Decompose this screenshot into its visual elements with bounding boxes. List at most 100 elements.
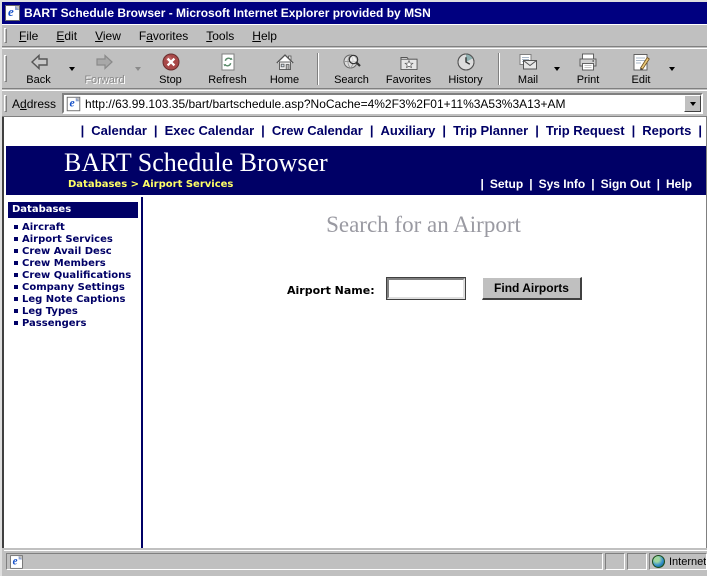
search-button[interactable]: Search xyxy=(323,50,380,88)
sidebar-item-airport-services[interactable]: Airport Services xyxy=(8,233,138,245)
sidebar-item-crew-avail-desc[interactable]: Crew Avail Desc xyxy=(8,245,138,257)
sidebar-item-company-settings[interactable]: Company Settings xyxy=(8,281,138,293)
menu-help[interactable]: Help xyxy=(243,27,286,45)
nav-separator: | xyxy=(535,123,539,138)
title-bar: BART Schedule Browser - Microsoft Intern… xyxy=(2,2,707,24)
nav-link-reports[interactable]: Reports xyxy=(642,123,691,138)
page-title: Search for an Airport xyxy=(326,212,521,237)
nav-separator: | xyxy=(442,123,447,138)
toolbar-grip[interactable] xyxy=(4,54,7,83)
forward-dropdown[interactable] xyxy=(133,50,142,88)
history-button[interactable]: History xyxy=(437,50,494,88)
status-pane xyxy=(605,553,625,570)
status-message-pane xyxy=(6,553,603,570)
address-combobox[interactable] xyxy=(62,93,703,114)
chevron-down-icon xyxy=(668,66,675,71)
toolbar-overflow-chevron[interactable] xyxy=(667,50,676,88)
find-airports-button[interactable]: Find Airports xyxy=(482,277,582,300)
refresh-button[interactable]: Refresh xyxy=(199,50,256,88)
addressbar-grip[interactable] xyxy=(4,94,7,113)
globe-icon xyxy=(652,555,665,568)
page-content: | Calendar | Exec Calendar | Crew Calendar | Au… xyxy=(2,117,707,548)
stop-button[interactable]: Stop xyxy=(142,50,199,88)
sidebar-item-leg-types[interactable]: Leg Types xyxy=(8,305,138,317)
address-label: Address xyxy=(12,96,57,111)
header-separator: | xyxy=(656,177,660,191)
edit-button[interactable]: Edit xyxy=(615,50,667,88)
address-dropdown-button[interactable] xyxy=(684,95,701,112)
toolbar-separator xyxy=(498,52,500,85)
menu-bar: File Edit View Favorites Tools Help xyxy=(2,24,707,47)
back-icon xyxy=(28,51,50,73)
browser-window: BART Schedule Browser - Microsoft Intern… xyxy=(0,0,707,576)
home-icon xyxy=(274,51,296,73)
header-separator: | xyxy=(480,177,484,191)
status-bar: Internet xyxy=(4,550,707,572)
bullet-icon xyxy=(14,285,18,289)
page-icon xyxy=(66,95,81,111)
window-title: BART Schedule Browser - Microsoft Intern… xyxy=(24,6,431,20)
app-title: BART Schedule Browser xyxy=(64,148,328,177)
header-link-sign-out[interactable]: Sign Out xyxy=(601,177,651,191)
nav-separator: | xyxy=(261,123,265,138)
menu-edit[interactable]: Edit xyxy=(47,27,86,45)
airport-name-input[interactable] xyxy=(386,277,466,300)
forward-icon xyxy=(94,51,116,73)
mail-button[interactable]: Mail xyxy=(504,50,552,88)
header-separator: | xyxy=(529,177,533,191)
bullet-icon xyxy=(14,249,18,253)
header-link-setup[interactable]: Setup xyxy=(490,177,523,191)
app-header-band: BART Schedule Browser Databases > Airpor… xyxy=(6,146,706,195)
refresh-icon xyxy=(217,51,239,73)
bullet-icon xyxy=(14,237,18,241)
back-dropdown[interactable] xyxy=(67,50,76,88)
bullet-icon xyxy=(14,321,18,325)
print-button[interactable]: Print xyxy=(561,50,615,88)
bullet-icon xyxy=(14,297,18,301)
nav-separator: | xyxy=(631,123,636,138)
mail-icon xyxy=(517,51,539,73)
sidebar-item-leg-note-captions[interactable]: Leg Note Captions xyxy=(8,293,138,305)
menubar-grip[interactable] xyxy=(4,28,7,43)
chevron-down-icon xyxy=(553,66,560,71)
breadcrumb: Databases > Airport Services xyxy=(68,179,234,190)
zone-label: Internet xyxy=(669,555,707,568)
chevron-down-icon xyxy=(68,66,75,71)
menu-favorites[interactable]: Favorites xyxy=(130,27,197,45)
nav-link-calendar[interactable]: Calendar xyxy=(91,123,147,138)
sidebar-item-crew-members[interactable]: Crew Members xyxy=(8,257,138,269)
status-pane xyxy=(627,553,647,570)
forward-button[interactable]: Forward xyxy=(76,50,133,88)
menu-file[interactable]: File xyxy=(10,27,47,45)
header-link-help[interactable]: Help xyxy=(666,177,692,191)
header-link-sys-info[interactable]: Sys Info xyxy=(539,177,586,191)
menu-view[interactable]: View xyxy=(86,27,130,45)
favorites-button[interactable]: Favorites xyxy=(380,50,437,88)
nav-link-auxiliary[interactable]: Auxiliary xyxy=(381,123,436,138)
bullet-icon xyxy=(14,273,18,277)
menu-tools[interactable]: Tools xyxy=(197,27,243,45)
stop-icon xyxy=(160,51,182,73)
top-nav: | Calendar | Exec Calendar | Crew Calendar | Au… xyxy=(4,123,702,138)
toolbar: Back Forward Stop Refresh Home Search Fa xyxy=(2,48,707,89)
back-button[interactable]: Back xyxy=(10,50,67,88)
nav-link-trip-planner[interactable]: Trip Planner xyxy=(453,123,528,138)
nav-link-crew-calendar[interactable]: Crew Calendar xyxy=(272,123,363,138)
mail-dropdown[interactable] xyxy=(552,50,561,88)
bullet-icon xyxy=(14,225,18,229)
address-bar: Address xyxy=(2,90,707,117)
sidebar: Databases Aircraft Airport Services Crew… xyxy=(8,202,138,329)
sidebar-list: Aircraft Airport Services Crew Avail Des… xyxy=(8,221,138,329)
search-icon xyxy=(341,51,363,73)
bullet-icon xyxy=(14,309,18,313)
sidebar-item-crew-qualifications[interactable]: Crew Qualifications xyxy=(8,269,138,281)
address-input[interactable] xyxy=(85,96,684,111)
home-button[interactable]: Home xyxy=(256,50,313,88)
nav-link-exec-calendar[interactable]: Exec Calendar xyxy=(165,123,255,138)
sidebar-item-aircraft[interactable]: Aircraft xyxy=(8,221,138,233)
print-icon xyxy=(577,51,599,73)
edit-icon xyxy=(630,51,652,73)
nav-link-trip-request[interactable]: Trip Request xyxy=(546,123,625,138)
sidebar-item-passengers[interactable]: Passengers xyxy=(8,317,138,329)
airport-name-label: Airport Name: xyxy=(287,284,375,297)
